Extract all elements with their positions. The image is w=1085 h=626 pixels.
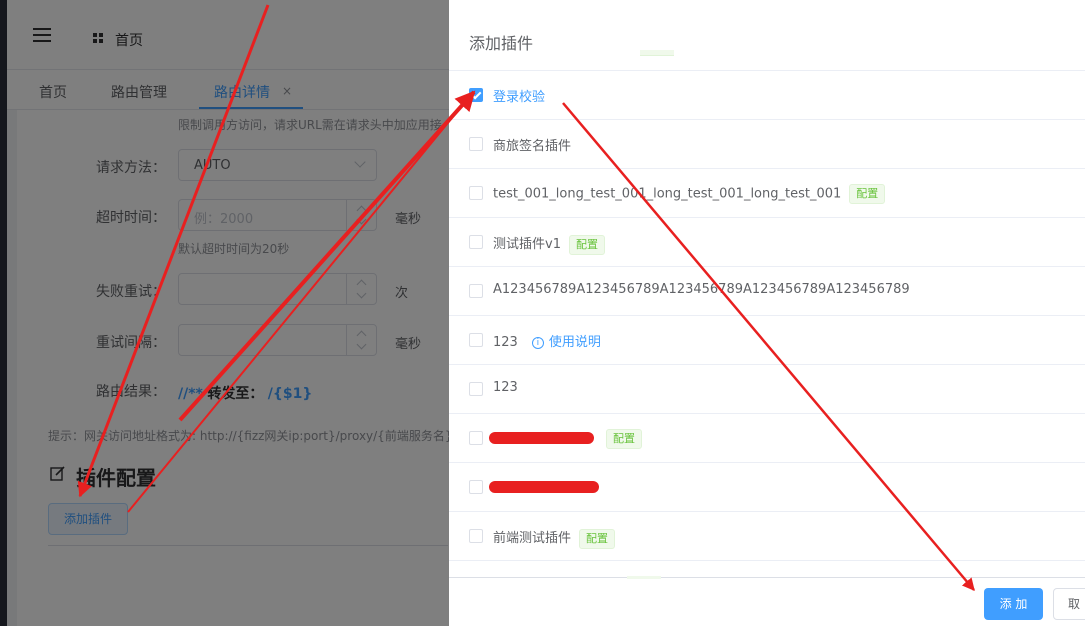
- info-icon: i: [531, 336, 544, 349]
- plugin-row[interactable]: 前端测试插件 配置: [449, 512, 1085, 561]
- plugin-label: A123456789A123456789A123456789A123456789…: [493, 282, 910, 297]
- plugin-label: 商旅签名插件: [493, 139, 572, 154]
- plugin-checkbox[interactable]: [469, 480, 483, 494]
- usage-link[interactable]: i 使用说明: [531, 335, 601, 350]
- plugin-name[interactable]: 测试插件v1 配置: [493, 233, 605, 255]
- divider: [449, 577, 1085, 578]
- plugin-row[interactable]: 123 i 使用说明: [449, 316, 1085, 365]
- plugin-name[interactable]: A123456789A123456789A123456789A123456789…: [493, 282, 910, 297]
- plugin-name[interactable]: [493, 478, 603, 493]
- plugin-checkbox[interactable]: [469, 88, 483, 102]
- scrolled-tag-fragment: [627, 576, 661, 579]
- scrolled-tag-fragment: [640, 50, 674, 56]
- plugin-list: 登录校验商旅签名插件 test_001_long_test_001_long_te…: [449, 71, 1085, 561]
- plugin-checkbox[interactable]: [469, 431, 483, 445]
- plugin-label: 前端测试插件: [493, 531, 572, 546]
- plugin-checkbox[interactable]: [469, 529, 483, 543]
- plugin-row[interactable]: test_001_long_test_001_long_test_001_lon…: [449, 169, 1085, 218]
- plugin-name[interactable]: 123 i 使用说明: [493, 331, 601, 350]
- usage-label: 使用说明: [548, 335, 601, 350]
- plugin-row[interactable]: 123: [449, 365, 1085, 414]
- plugin-label: 登录校验: [493, 90, 546, 105]
- plugin-checkbox[interactable]: [469, 186, 483, 200]
- config-tag[interactable]: 配置: [568, 234, 605, 255]
- confirm-add-button[interactable]: 添 加: [984, 588, 1043, 620]
- plugin-name[interactable]: 登录校验: [493, 86, 545, 105]
- plugin-row[interactable]: [449, 463, 1085, 512]
- plugin-checkbox[interactable]: [469, 137, 483, 151]
- plugin-row[interactable]: 测试插件v1 配置: [449, 218, 1085, 267]
- plugin-label: 测试插件v1: [493, 237, 561, 252]
- config-tag[interactable]: 配置: [606, 429, 642, 449]
- plugin-checkbox[interactable]: [469, 333, 483, 347]
- plugin-name[interactable]: 123: [493, 380, 518, 395]
- cancel-button[interactable]: 取: [1053, 588, 1085, 620]
- plugin-label: 123: [493, 335, 518, 350]
- plugin-checkbox[interactable]: [469, 382, 483, 396]
- plugin-checkbox[interactable]: [469, 235, 483, 249]
- plugin-name[interactable]: test_001_long_test_001_long_test_001_lon…: [493, 184, 886, 204]
- plugin-name[interactable]: 配置: [493, 429, 642, 449]
- plugin-label: test_001_long_test_001_long_test_001_lon…: [493, 186, 842, 202]
- config-tag[interactable]: 配置: [849, 184, 886, 204]
- plugin-name[interactable]: 商旅签名插件: [493, 135, 571, 154]
- drawer-title: 添加插件: [469, 34, 534, 53]
- add-plugin-drawer: 添加插件 登录校验商旅签名插件 test_001_long_test_001_lo…: [449, 0, 1085, 626]
- plugin-label: 123: [493, 380, 518, 395]
- plugin-row[interactable]: 商旅签名插件: [449, 120, 1085, 169]
- plugin-row[interactable]: 登录校验: [449, 71, 1085, 120]
- plugin-name[interactable]: 前端测试插件 配置: [493, 527, 616, 549]
- plugin-checkbox[interactable]: [469, 284, 483, 298]
- config-tag[interactable]: 配置: [579, 528, 616, 549]
- plugin-row[interactable]: 配置: [449, 414, 1085, 463]
- plugin-row[interactable]: A123456789A123456789A123456789A123456789…: [449, 267, 1085, 316]
